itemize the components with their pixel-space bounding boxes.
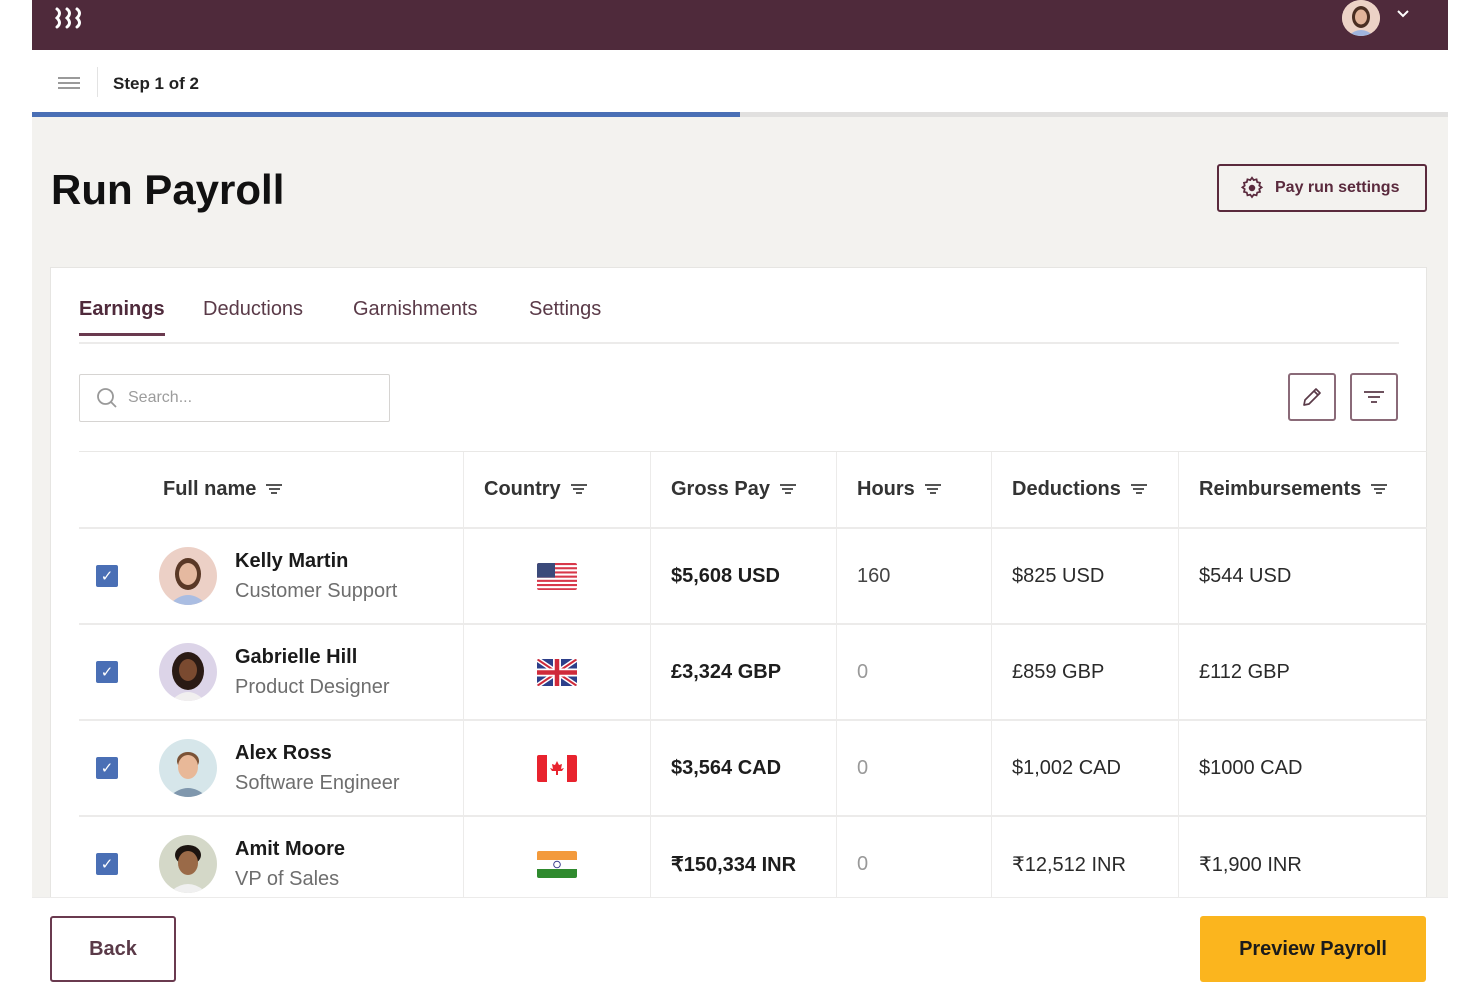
edit-button[interactable]: [1288, 373, 1336, 421]
filter-button[interactable]: [1350, 373, 1398, 421]
user-avatar[interactable]: [1342, 0, 1380, 36]
search-input[interactable]: [128, 389, 368, 407]
country-cell: [463, 721, 650, 815]
hours-cell[interactable]: 0: [836, 721, 991, 815]
footer-action-bar: Back Preview Payroll: [32, 897, 1448, 987]
employee-role: Customer Support: [235, 580, 398, 602]
column-header-hours[interactable]: Hours: [836, 452, 991, 527]
top-nav-bar: [32, 0, 1448, 50]
avatar: [159, 739, 217, 797]
employee-cell: Kelly Martin Customer Support: [143, 529, 463, 623]
reimbursements-cell: $1000 CAD: [1178, 721, 1427, 815]
payroll-table: Full name Country Gross Pay Hours Deduct…: [79, 451, 1427, 913]
gear-icon: [1240, 176, 1264, 199]
deductions-cell: $1,002 CAD: [991, 721, 1178, 815]
sort-filter-icon[interactable]: [1371, 483, 1388, 494]
avatar: [159, 547, 217, 605]
employee-cell: Alex Ross Software Engineer: [143, 721, 463, 815]
column-header-full-name[interactable]: Full name: [143, 452, 463, 527]
gross-pay-cell: $5,608 USD: [650, 529, 836, 623]
row-checkbox[interactable]: ✓: [96, 661, 118, 683]
gross-pay-cell: £3,324 GBP: [650, 625, 836, 719]
country-cell: [463, 529, 650, 623]
tab-earnings[interactable]: Earnings: [79, 298, 165, 336]
tab-garnishments[interactable]: Garnishments: [353, 298, 478, 333]
table-row[interactable]: ✓ Kelly Martin Customer Support $5,608 U…: [79, 529, 1427, 625]
employee-name: Gabrielle Hill: [235, 646, 358, 668]
row-checkbox[interactable]: ✓: [96, 565, 118, 587]
column-header-reimbursements[interactable]: Reimbursements: [1178, 452, 1427, 527]
employee-cell: Gabrielle Hill Product Designer: [143, 625, 463, 719]
employee-name: Kelly Martin: [235, 550, 349, 572]
canada-flag-icon: [537, 754, 577, 782]
country-cell: [463, 625, 650, 719]
divider: [97, 67, 98, 97]
step-indicator: Step 1 of 2: [113, 74, 199, 93]
menu-icon[interactable]: [58, 77, 80, 91]
search-icon: [97, 388, 117, 408]
reimbursements-cell: $544 USD: [1178, 529, 1427, 623]
column-label: Deductions: [1012, 478, 1121, 500]
step-progress-bar: [32, 112, 1448, 117]
employee-role: Software Engineer: [235, 772, 400, 794]
app-window: Step 1 of 2 Run Payroll Pay run settings…: [32, 0, 1448, 987]
row-select-cell: ✓: [79, 721, 143, 815]
step-header: Step 1 of 2: [32, 50, 1448, 112]
sort-filter-icon[interactable]: [1130, 483, 1147, 494]
deductions-cell: £859 GBP: [991, 625, 1178, 719]
tab-bar: Earnings Deductions Garnishments Setting…: [79, 298, 1399, 344]
row-checkbox[interactable]: ✓: [96, 757, 118, 779]
table-row[interactable]: ✓ Gabrielle Hill Product Designer £3,324…: [79, 625, 1427, 721]
column-label: Gross Pay: [671, 478, 770, 500]
row-select-cell: ✓: [79, 625, 143, 719]
sort-filter-icon[interactable]: [266, 483, 283, 494]
employee-name: Amit Moore: [235, 838, 345, 860]
table-header: Full name Country Gross Pay Hours Deduct…: [79, 451, 1427, 529]
reimbursements-cell: £112 GBP: [1178, 625, 1427, 719]
hours-cell[interactable]: 0: [836, 625, 991, 719]
us-flag-icon: [537, 562, 577, 590]
search-box: [79, 374, 390, 422]
pay-run-settings-label: Pay run settings: [1275, 179, 1400, 196]
employee-role: VP of Sales: [235, 868, 340, 890]
avatar: [159, 835, 217, 893]
column-header-gross-pay[interactable]: Gross Pay: [650, 452, 836, 527]
column-header-deductions[interactable]: Deductions: [991, 452, 1178, 527]
row-checkbox[interactable]: ✓: [96, 853, 118, 875]
row-select-cell: ✓: [79, 529, 143, 623]
gross-pay-cell: $3,564 CAD: [650, 721, 836, 815]
hours-cell[interactable]: 160: [836, 529, 991, 623]
employee-role: Product Designer: [235, 676, 390, 698]
table-row[interactable]: ✓ Alex Ross Software Engineer $3,564 CAD…: [79, 721, 1427, 817]
uk-flag-icon: [537, 658, 577, 686]
avatar: [159, 643, 217, 701]
page-title: Run Payroll: [51, 166, 285, 213]
back-button[interactable]: Back: [50, 916, 176, 982]
sort-filter-icon[interactable]: [779, 483, 796, 494]
deductions-cell: $825 USD: [991, 529, 1178, 623]
pay-run-settings-button[interactable]: Pay run settings: [1217, 164, 1427, 212]
pencil-icon: [1303, 388, 1321, 406]
india-flag-icon: [537, 850, 577, 878]
tab-deductions[interactable]: Deductions: [203, 298, 303, 333]
payroll-card: Earnings Deductions Garnishments Setting…: [50, 267, 1427, 987]
sort-filter-icon[interactable]: [570, 483, 587, 494]
column-label: Full name: [163, 478, 257, 500]
employee-name: Alex Ross: [235, 742, 332, 764]
sort-filter-icon[interactable]: [924, 483, 941, 494]
progress-fill: [32, 112, 740, 117]
logo-icon[interactable]: [54, 6, 86, 36]
chevron-down-icon[interactable]: [1396, 6, 1410, 24]
column-label: Country: [484, 478, 561, 500]
column-label: Hours: [857, 478, 915, 500]
column-label: Reimbursements: [1199, 478, 1362, 500]
filter-icon: [1364, 391, 1384, 403]
preview-payroll-button[interactable]: Preview Payroll: [1200, 916, 1426, 982]
column-header-country[interactable]: Country: [463, 452, 650, 527]
tab-settings[interactable]: Settings: [529, 298, 601, 333]
